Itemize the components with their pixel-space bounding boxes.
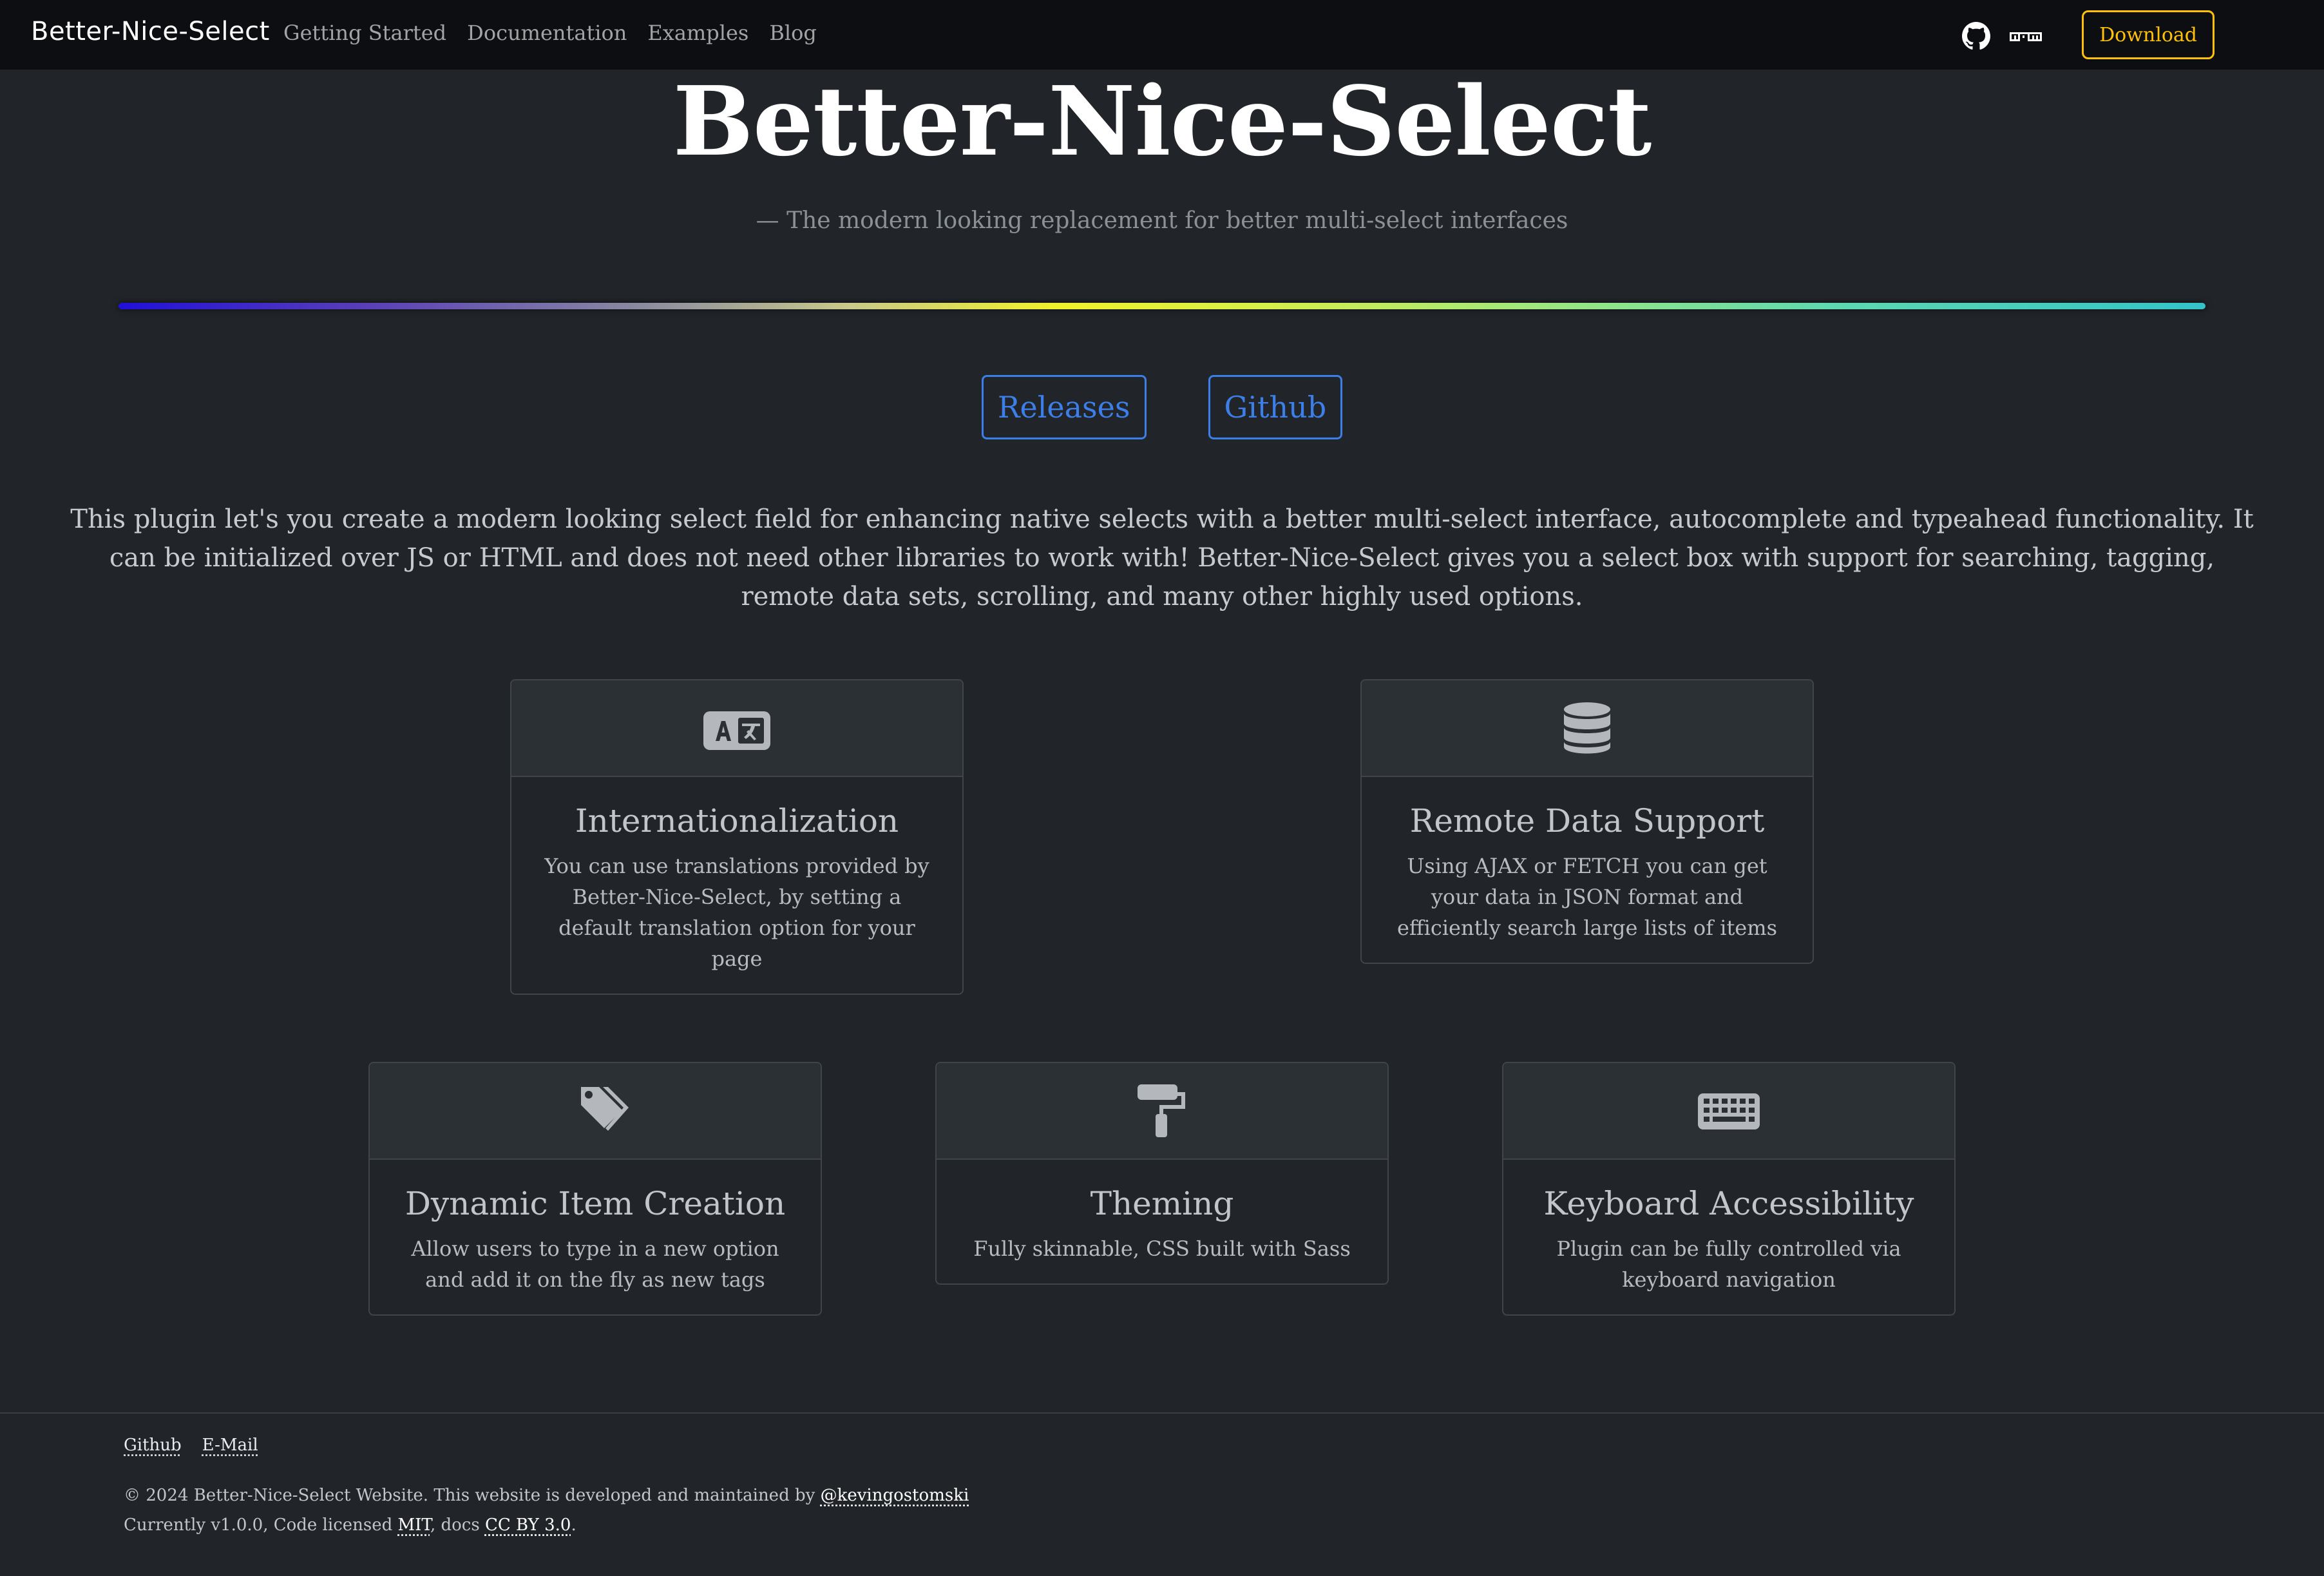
card-title: Keyboard Accessibility xyxy=(1543,1185,1914,1222)
nav-link-getting-started[interactable]: Getting Started xyxy=(283,21,446,45)
card-title: Internationalization xyxy=(575,802,899,840)
nav-right: Download xyxy=(1962,10,2214,59)
license-line: Currently v1.0.0, Code licensed MIT, doc… xyxy=(124,1510,969,1540)
footer-copyright: © 2024 Better-Nice-Select Website. This … xyxy=(124,1481,969,1540)
copyright-line: © 2024 Better-Nice-Select Website. This … xyxy=(124,1481,969,1510)
mit-license-link[interactable]: MIT xyxy=(398,1515,430,1535)
download-button[interactable]: Download xyxy=(2082,10,2214,59)
npm-icon[interactable] xyxy=(2010,31,2043,44)
cc-license-link[interactable]: CC BY 3.0 xyxy=(485,1515,571,1535)
card-text: Using AJAX or FETCH you can get your dat… xyxy=(1396,854,1777,940)
feature-card-keyboard: Keyboard Accessibility Plugin can be ful… xyxy=(1502,1062,1956,1316)
card-text: Fully skinnable, CSS built with Sass xyxy=(973,1236,1351,1261)
copyright-text: © 2024 Better-Nice-Select Website. This … xyxy=(124,1486,821,1505)
feature-card-dynamic-items: Dynamic Item Creation Allow users to typ… xyxy=(368,1062,822,1316)
author-link[interactable]: @kevingostomski xyxy=(821,1486,969,1505)
page-subtitle: — The modern looking replacement for bet… xyxy=(756,207,1568,234)
license-separator: , docs xyxy=(430,1515,485,1535)
paint-roller-icon xyxy=(1129,1083,1195,1139)
feature-card-theming: Theming Fully skinnable, CSS built with … xyxy=(935,1062,1389,1285)
card-title: Remote Data Support xyxy=(1409,802,1765,840)
keyboard-icon xyxy=(1695,1083,1762,1139)
card-title: Theming xyxy=(1090,1185,1234,1222)
gradient-divider xyxy=(119,303,2205,309)
license-suffix: . xyxy=(571,1515,576,1535)
card-text: Allow users to type in a new option and … xyxy=(411,1236,779,1292)
nav-links: Getting Started Documentation Examples B… xyxy=(283,21,817,45)
navbar: Better-Nice-Select Getting Started Docum… xyxy=(0,0,2324,70)
license-text: Currently v1.0.0, Code licensed xyxy=(124,1515,398,1535)
footer-links: Github E-Mail xyxy=(124,1436,258,1455)
github-button[interactable]: Github xyxy=(1208,375,1343,439)
nav-link-blog[interactable]: Blog xyxy=(769,21,817,45)
feature-card-remote-data: Remote Data Support Using AJAX or FETCH … xyxy=(1360,679,1814,964)
intro-paragraph: This plugin let's you create a modern lo… xyxy=(70,505,2254,611)
releases-button[interactable]: Releases xyxy=(981,375,1147,439)
tags-icon xyxy=(562,1083,629,1139)
translate-icon xyxy=(703,700,770,756)
footer-divider xyxy=(0,1412,2324,1414)
footer-link-github[interactable]: Github xyxy=(124,1436,182,1455)
card-header xyxy=(1362,680,1813,777)
card-header xyxy=(511,680,962,777)
hero-buttons: Releases Github xyxy=(0,375,2324,439)
database-icon xyxy=(1554,700,1621,756)
nav-link-examples[interactable]: Examples xyxy=(647,21,748,45)
footer-link-email[interactable]: E-Mail xyxy=(202,1436,258,1455)
card-header xyxy=(370,1063,821,1160)
card-text: You can use translations provided by Bet… xyxy=(544,854,929,971)
nav-link-documentation[interactable]: Documentation xyxy=(467,21,627,45)
card-header xyxy=(937,1063,1387,1160)
page-title: Better-Nice-Select xyxy=(672,65,1652,177)
card-text: Plugin can be fully controlled via keybo… xyxy=(1556,1236,1901,1292)
feature-card-internationalization: Internationalization You can use transla… xyxy=(510,679,964,995)
card-header xyxy=(1503,1063,1954,1160)
navbar-brand[interactable]: Better-Nice-Select xyxy=(31,17,270,46)
github-icon[interactable] xyxy=(1962,22,1991,50)
card-title: Dynamic Item Creation xyxy=(405,1185,786,1222)
